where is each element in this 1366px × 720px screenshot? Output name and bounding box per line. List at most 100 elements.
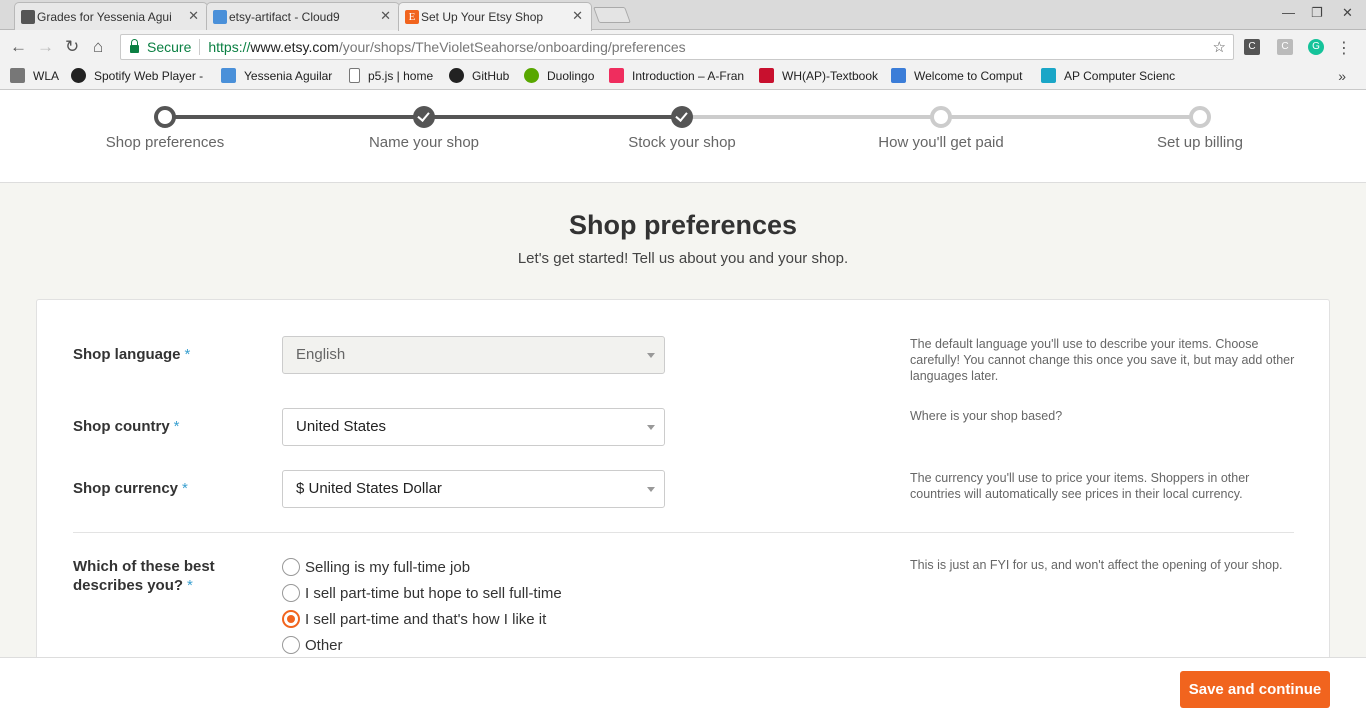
bookmark-label: AP Computer Scienc — [1064, 68, 1176, 83]
page-icon — [349, 68, 360, 83]
shop-currency-help: The currency you'll use to price your it… — [910, 471, 1250, 501]
required-mark: * — [173, 418, 180, 435]
shop-country-select[interactable]: United States — [282, 408, 665, 446]
step-label-stock-shop: Stock your shop — [628, 134, 736, 151]
bookmark-spotify[interactable]: Spotify Web Player - — [71, 68, 205, 83]
bookmark-textbook[interactable]: WH(AP)-Textbook — [759, 68, 878, 83]
bookmark-label: Introduction – A-Fran — [632, 68, 744, 83]
bookmark-yessenia[interactable]: Yessenia Aguilar — [221, 68, 332, 83]
sticky-footer: Save and continue — [0, 657, 1366, 720]
chevron-down-icon — [647, 353, 655, 358]
step-label-shop-preferences: Shop preferences — [105, 134, 225, 151]
grammarly-icon[interactable]: G — [1308, 39, 1324, 55]
forward-arrow-icon[interactable]: → — [37, 37, 54, 57]
ed-icon — [1041, 68, 1056, 83]
restore-icon[interactable]: ❐ — [1311, 5, 1323, 21]
step-check-icon — [671, 106, 693, 128]
radio-button-selected[interactable] — [282, 610, 300, 628]
address-bar[interactable]: Secure https://www.etsy.com/your/shops/T… — [120, 34, 1234, 60]
reload-icon[interactable]: ↻ — [65, 37, 79, 57]
bookmark-ap-cs[interactable]: AP Computer Scienc — [1041, 68, 1177, 83]
browser-tab-strip: Grades for Yessenia Aguilar ✕ etsy-artif… — [0, 0, 1366, 31]
onboarding-progress: Shop preferences Name your shop Stock yo… — [0, 90, 1366, 183]
page-subtitle: Let's get started! Tell us about you and… — [517, 250, 849, 267]
bookmark-label: Duolingo — [547, 68, 595, 83]
describe-you-label-text: Which of these best describes you? — [73, 558, 215, 594]
bookmark-welcome-computing[interactable]: Welcome to Comput — [891, 68, 1027, 83]
new-tab-button[interactable] — [593, 7, 631, 23]
browser-toolbar: ← → ↻ ⌂ Secure https://www.etsy.com/your… — [0, 30, 1366, 64]
radio-label: I sell part-time and that's how I like i… — [305, 610, 547, 628]
shop-currency-label: Shop currency * — [73, 479, 188, 498]
etsy-icon: E — [405, 10, 419, 24]
bookmark-wla[interactable]: WLA — [10, 68, 59, 83]
security-label: Secure — [147, 39, 192, 55]
shop-currency-value: $ United States Dollar — [296, 480, 442, 497]
step-check-icon — [413, 106, 435, 128]
radio-label: I sell part-time but hope to sell full-t… — [305, 584, 562, 602]
lock-icon — [130, 39, 139, 53]
close-icon[interactable]: ✕ — [380, 8, 391, 24]
step-marker-billing — [1189, 106, 1211, 128]
shop-language-label: Shop language * — [73, 345, 190, 364]
bookmark-label: Spotify Web Player - — [94, 68, 204, 83]
radio-button[interactable] — [282, 558, 300, 576]
back-arrow-icon[interactable]: ← — [10, 37, 27, 57]
tab-etsy-setup[interactable]: E Set Up Your Etsy Shop ✕ — [398, 2, 592, 31]
tab-title: Grades for Yessenia Aguilar — [37, 9, 171, 24]
cloud9-icon — [213, 10, 227, 24]
minimize-icon[interactable]: — — [1282, 5, 1295, 20]
close-icon[interactable]: ✕ — [188, 8, 199, 24]
radio-label: Other — [305, 636, 343, 654]
aframe-icon — [609, 68, 624, 83]
describe-you-help: This is just an FYI for us, and won't af… — [910, 558, 1283, 572]
bookmark-p5js[interactable]: p5.js | home — [349, 68, 433, 83]
radio-button[interactable] — [282, 636, 300, 654]
describe-you-label: Which of these best describes you? * — [73, 557, 243, 595]
required-mark: * — [182, 480, 188, 497]
omnibox-divider — [199, 39, 201, 55]
radio-label: Selling is my full-time job — [305, 558, 471, 576]
shop-currency-select[interactable]: $ United States Dollar — [282, 470, 665, 508]
bookmark-aframe[interactable]: Introduction – A-Fran — [609, 68, 744, 83]
graduation-cap-icon — [891, 68, 906, 83]
tab-title: etsy-artifact - Cloud9 — [229, 9, 340, 24]
extension-c-gray-icon[interactable]: C — [1277, 39, 1293, 55]
save-and-continue-button[interactable]: Save and continue — [1180, 671, 1330, 708]
home-icon[interactable]: ⌂ — [93, 37, 103, 57]
radio-option-part-time[interactable]: I sell part-time and that's how I like i… — [282, 609, 546, 629]
cloud-icon — [221, 68, 236, 83]
bookmark-label: p5.js | home — [368, 68, 434, 83]
bookmark-star-icon[interactable]: ☆ — [1213, 38, 1226, 56]
required-mark: * — [184, 346, 191, 363]
radio-button[interactable] — [282, 584, 300, 602]
tab-cloud9[interactable]: etsy-artifact - Cloud9 ✕ — [206, 2, 400, 30]
duolingo-icon — [524, 68, 539, 83]
radio-option-other[interactable]: Other — [282, 635, 343, 655]
window-close-icon[interactable]: ✕ — [1342, 5, 1353, 21]
close-icon[interactable]: ✕ — [572, 8, 583, 24]
bookmarks-bar: WLA Spotify Web Player - Yessenia Aguila… — [0, 64, 1366, 90]
chevron-down-icon — [647, 425, 655, 430]
shop-language-select[interactable]: English — [282, 336, 665, 374]
tab-grades[interactable]: Grades for Yessenia Aguilar ✕ — [14, 2, 208, 30]
url-host: www.etsy.com — [250, 39, 339, 55]
shop-country-label: Shop country * — [73, 417, 180, 436]
radio-option-full-time[interactable]: Selling is my full-time job — [282, 557, 470, 577]
url-scheme: https:// — [208, 39, 251, 55]
tab-title: Set Up Your Etsy Shop — [421, 10, 544, 24]
more-bookmarks-icon[interactable]: » — [1338, 68, 1346, 84]
radio-option-hope-full-time[interactable]: I sell part-time but hope to sell full-t… — [282, 583, 562, 603]
bookmark-label: WH(AP)-Textbook — [782, 68, 879, 83]
shop-language-label-text: Shop language — [73, 346, 181, 363]
browser-menu-icon[interactable]: ⋮ — [1336, 38, 1352, 58]
bookmark-label: WLA — [33, 68, 60, 83]
required-mark: * — [187, 577, 193, 594]
bookmark-duolingo[interactable]: Duolingo — [524, 68, 594, 83]
shop-country-help: Where is your shop based? — [910, 409, 1063, 423]
bookmark-github[interactable]: GitHub — [449, 68, 509, 83]
page-title: Shop preferences — [568, 210, 798, 240]
extension-c-icon[interactable]: C — [1244, 39, 1260, 55]
spotify-icon — [71, 68, 86, 83]
shop-currency-label-text: Shop currency — [73, 480, 179, 497]
